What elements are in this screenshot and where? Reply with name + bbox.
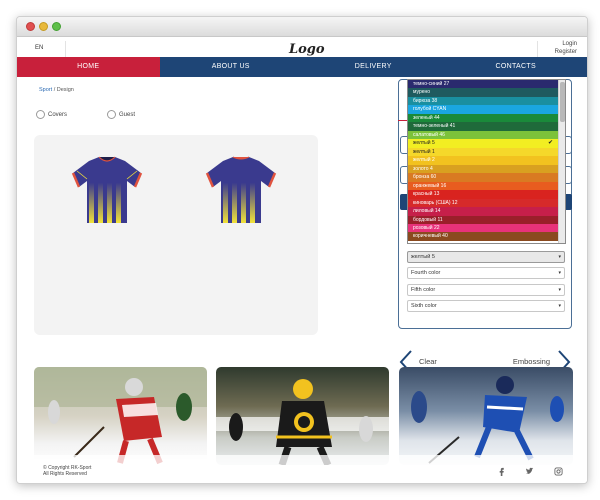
covers-label: Covers — [48, 111, 68, 118]
jersey-front-preview[interactable] — [71, 155, 143, 225]
color-option-label: оранжевый 16 — [413, 182, 447, 189]
color-option-label: желтый 5 — [413, 140, 435, 147]
login-link[interactable]: Login — [555, 40, 577, 48]
color-option[interactable]: киноварь (США) 12 — [408, 198, 565, 208]
guest-label: Guest — [119, 111, 136, 118]
color-option-label: зеленый 44 — [413, 114, 440, 121]
minimize-window-button[interactable] — [39, 22, 48, 31]
color-option[interactable]: оранжевый 16 — [408, 181, 565, 191]
close-window-button[interactable] — [26, 22, 35, 31]
sixth-color-value: Sixth color — [411, 303, 437, 309]
color-option-label: лиловый 14 — [413, 208, 441, 215]
color-option-label: желтый 2 — [413, 157, 435, 164]
color-option-label: темно-зеленый 41 — [413, 123, 456, 130]
hockey-photo-2[interactable] — [216, 367, 389, 465]
nav-item-contacts[interactable]: CONTACTS — [445, 57, 588, 77]
jersey-design-canvas — [34, 135, 318, 335]
color-option-label: коричневый 40 — [413, 233, 448, 240]
color-option[interactable]: голубой CYAN — [408, 105, 565, 114]
hockey-player-red-image — [34, 367, 207, 465]
color-option[interactable]: коричневый 40 — [408, 232, 565, 241]
guest-option[interactable]: Guest — [107, 110, 135, 119]
clear-button[interactable]: Clear — [419, 357, 437, 366]
covers-option[interactable]: Covers — [36, 110, 67, 119]
color-option-label: бронза 60 — [413, 174, 437, 181]
color-option-label: бордовый 11 — [413, 216, 443, 223]
color-option[interactable]: красный 13 — [408, 190, 565, 199]
site-logo[interactable]: Logo — [289, 42, 325, 57]
copyright-text: © Copyright RK-Sport All Rights Reserved — [43, 465, 91, 477]
color-option[interactable]: бирюза 38 — [408, 96, 565, 106]
color-option[interactable]: салатовый 46 — [408, 130, 565, 140]
color-option-label: красный 13 — [413, 191, 440, 198]
facebook-icon[interactable] — [497, 467, 506, 476]
browser-window: EN Logo Login Register HOME ABOUT US DEL… — [16, 16, 588, 484]
breadcrumb-separator: / — [53, 87, 56, 93]
dropdown-scrollbar[interactable] — [558, 80, 565, 243]
color-option-label: голубой CYAN — [413, 106, 447, 113]
hockey-photo-3[interactable] — [399, 367, 573, 465]
fourth-color-select[interactable]: Fourth color ▾ — [407, 267, 565, 279]
nav-item-delivery[interactable]: DELIVERY — [302, 57, 445, 77]
covers-radio[interactable] — [36, 110, 45, 119]
site-footer: © Copyright RK-Sport All Rights Reserved — [17, 455, 587, 483]
register-link[interactable]: Register — [555, 48, 577, 56]
color-option[interactable]: желтый 1 — [408, 147, 565, 157]
breadcrumb-sport-link[interactable]: Sport — [39, 87, 52, 93]
color-option-label: розовый 22 — [413, 224, 440, 231]
caret-down-icon: ▾ — [558, 254, 561, 260]
window-titlebar — [17, 17, 587, 37]
twitter-icon[interactable] — [525, 467, 534, 476]
color-option[interactable]: розовый 22 — [408, 223, 565, 233]
hockey-player-black-image — [216, 379, 389, 465]
third-color-value: желтый 5 — [411, 254, 435, 260]
color-option-label: мурено — [413, 89, 431, 96]
fifth-color-value: Fifth color — [411, 287, 436, 293]
embossing-button[interactable]: Embossing — [513, 357, 550, 366]
jersey-back-preview[interactable] — [205, 155, 277, 225]
view-options: Covers Guest — [36, 110, 135, 119]
nav-item-about-us[interactable]: ABOUT US — [160, 57, 303, 77]
sixth-color-select[interactable]: Sixth color ▾ — [407, 300, 565, 312]
caret-down-icon: ▾ — [558, 287, 561, 293]
maximize-window-button[interactable] — [52, 22, 61, 31]
main-nav: HOME ABOUT US DELIVERY CONTACTS — [17, 57, 587, 77]
checkmark-icon: ✔ — [547, 140, 553, 147]
caret-down-icon: ▾ — [558, 270, 561, 276]
color-option-label: золото 4 — [413, 165, 433, 172]
color-option[interactable]: желтый 2 — [408, 156, 565, 165]
color-dropdown-list[interactable]: темно-синий 27 мурено бирюза 38 голубой CYA… — [407, 79, 566, 244]
copyright-line-2: All Rights Reserved — [43, 471, 87, 477]
fifth-color-select[interactable]: Fifth color ▾ — [407, 284, 565, 296]
color-option[interactable]: золото 4 — [408, 164, 565, 174]
breadcrumb-current: Design — [56, 87, 74, 93]
color-option[interactable]: бордовый 11 — [408, 215, 565, 224]
instagram-icon[interactable] — [554, 467, 563, 476]
guest-radio[interactable] — [107, 110, 117, 119]
color-option-label: желтый 1 — [413, 148, 435, 155]
color-option[interactable]: темно-синий 27 — [408, 80, 565, 89]
color-option-label: киноварь (США) 12 — [413, 199, 458, 206]
color-option-label: бирюза 38 — [413, 97, 438, 104]
color-option[interactable]: мурено — [408, 88, 565, 97]
color-option-label: салатовый 46 — [413, 131, 445, 138]
fourth-color-value: Fourth color — [411, 270, 441, 276]
nav-item-home[interactable]: HOME — [17, 57, 160, 77]
auth-links: Login Register — [555, 40, 577, 56]
color-option-label: темно-синий 27 — [413, 81, 450, 87]
color-option[interactable]: лиловый 14 — [408, 207, 565, 216]
hockey-player-blue-image — [411, 376, 564, 464]
language-switcher[interactable]: EN — [35, 45, 43, 51]
color-option[interactable]: бронза 60 — [408, 173, 565, 182]
third-color-select[interactable]: желтый 5 ▾ — [407, 251, 565, 263]
color-option[interactable]: темно-зеленый 41 — [408, 122, 565, 131]
color-option[interactable]: зеленый 44 — [408, 113, 565, 123]
color-option[interactable]: желтый 5 ✔ — [408, 139, 565, 148]
caret-down-icon: ▾ — [558, 303, 561, 309]
dropdown-scroll-thumb[interactable] — [560, 82, 565, 122]
hockey-photo-1[interactable] — [34, 367, 207, 465]
breadcrumb: Sport / Design — [39, 87, 74, 93]
